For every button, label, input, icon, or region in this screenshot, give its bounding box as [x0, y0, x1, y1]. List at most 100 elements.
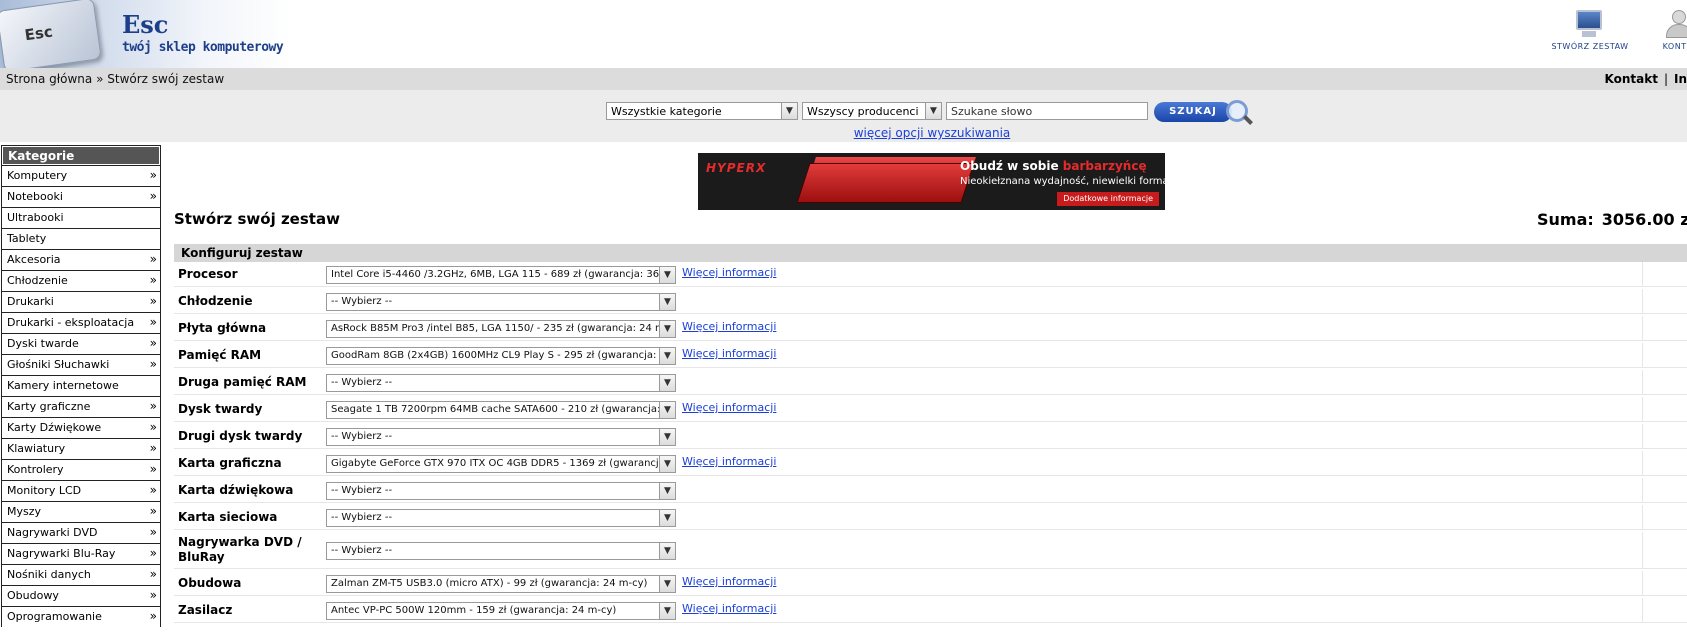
sidebar-item[interactable]: Karty graficzne » [2, 396, 160, 417]
more-info-link[interactable]: Więcej informacji [682, 266, 776, 279]
config-row: Płyta główna AsRock B85M Pro3 /intel B85,… [174, 316, 1687, 341]
sidebar-item[interactable]: Nagrywarki DVD » [2, 522, 160, 543]
component-select-value: Intel Core i5-4460 /3.2GHz, 6MB, LGA 115… [331, 269, 676, 280]
sidebar-item[interactable]: Kamery internetowe [2, 375, 160, 396]
component-select[interactable]: -- Wybierz -- ▼ [326, 428, 676, 446]
build-set-icon [1572, 8, 1608, 40]
breadcrumb-current: Stwórz swój zestaw [107, 72, 225, 86]
config-row-label: Druga pamięć RAM [178, 375, 307, 389]
chevron-right-icon: » [149, 462, 157, 476]
sidebar-item[interactable]: Komputery » [2, 165, 160, 186]
chevron-right-icon: » [149, 252, 157, 266]
sidebar-item[interactable]: Monitory LCD » [2, 480, 160, 501]
contact-link[interactable]: Kontakt [1605, 72, 1658, 86]
sidebar-item-label: Dyski twarde [7, 337, 79, 350]
search-input[interactable]: Szukane słowo [946, 102, 1148, 120]
chevron-right-icon: » [149, 525, 157, 539]
sidebar-item-label: Kontrolery [7, 463, 64, 476]
chevron-right-icon: » [149, 567, 157, 581]
sidebar-item[interactable]: Akcesoria » [2, 249, 160, 270]
component-select[interactable]: -- Wybierz -- ▼ [326, 374, 676, 392]
site-logo[interactable]: Esc Esc twój sklep komputerowy [0, 0, 292, 73]
account-link[interactable]: KONTO [1636, 8, 1687, 51]
sidebar-title: Kategorie [2, 146, 160, 165]
breadcrumb-home[interactable]: Strona główna [6, 72, 92, 86]
info-link[interactable]: In [1674, 72, 1687, 86]
sidebar-item[interactable]: Kontrolery » [2, 459, 160, 480]
build-set-link[interactable]: STWÓRZ ZESTAW [1548, 8, 1632, 51]
more-info-link[interactable]: Więcej informacji [682, 401, 776, 414]
config-row-label: Płyta główna [178, 321, 267, 335]
component-select-value: -- Wybierz -- [331, 377, 393, 388]
component-select[interactable]: GoodRam 8GB (2x4GB) 1600MHz CL9 Play S -… [326, 347, 676, 365]
component-select[interactable]: -- Wybierz -- ▼ [326, 293, 676, 311]
sidebar-item[interactable]: Klawiatury » [2, 438, 160, 459]
banner-cta[interactable]: Dodatkowe informacje [1057, 192, 1159, 206]
more-info-link[interactable]: Więcej informacji [682, 575, 776, 588]
more-info-link[interactable]: Więcej informacji [682, 347, 776, 360]
component-select[interactable]: -- Wybierz -- ▼ [326, 509, 676, 527]
more-info-link[interactable]: Więcej informacji [682, 320, 776, 333]
more-info-link[interactable]: Więcej informacji [682, 455, 776, 468]
sidebar-item[interactable]: Tablety [2, 228, 160, 249]
sidebar-item[interactable]: Obudowy » [2, 585, 160, 606]
config-row: Obudowa Zalman ZM-T5 USB3.0 (micro ATX) -… [174, 571, 1687, 596]
component-select-value: Antec VP-PC 500W 120mm - 159 zł (gwaranc… [331, 605, 617, 616]
chevron-right-icon: » [149, 273, 157, 287]
sidebar-item[interactable]: Chłodzenie » [2, 270, 160, 291]
component-select[interactable]: Zalman ZM-T5 USB3.0 (micro ATX) - 99 zł … [326, 575, 676, 593]
component-select[interactable]: AsRock B85M Pro3 /intel B85, LGA 1150/ -… [326, 320, 676, 338]
sum-value: 3056.00 zł [1601, 210, 1687, 229]
logo-name: Esc [122, 10, 169, 39]
price-cell-divider [1642, 316, 1643, 340]
component-select[interactable]: Seagate 1 TB 7200rpm 64MB cache SATA600 … [326, 401, 676, 419]
sidebar-item-label: Obudowy [7, 589, 59, 602]
producer-select[interactable]: Wszyscy producenci ▼ [802, 102, 942, 120]
chevron-right-icon: » [149, 336, 157, 350]
config-row: Drugi dysk twardy -- Wybierz -- ▼ [174, 424, 1687, 449]
sidebar-item[interactable]: Dyski twarde » [2, 333, 160, 354]
sidebar-item[interactable]: Myszy » [2, 501, 160, 522]
component-select[interactable]: Antec VP-PC 500W 120mm - 159 zł (gwaranc… [326, 602, 676, 620]
component-select[interactable]: Intel Core i5-4460 /3.2GHz, 6MB, LGA 115… [326, 266, 676, 284]
config-row-label: Procesor [178, 267, 238, 281]
sidebar-item[interactable]: Oprogramowanie » [2, 606, 160, 627]
sidebar-item-label: Ultrabooki [7, 211, 64, 224]
chevron-down-icon: ▼ [659, 543, 675, 559]
account-icon [1660, 8, 1687, 40]
more-info-link[interactable]: Więcej informacji [682, 602, 776, 615]
sidebar-item[interactable]: Drukarki - eksploatacja » [2, 312, 160, 333]
chevron-down-icon: ▼ [659, 429, 675, 445]
config-row: Dysk twardy Seagate 1 TB 7200rpm 64MB cac… [174, 397, 1687, 422]
sidebar-item-label: Nośniki danych [7, 568, 91, 581]
top-links: Kontakt | In [1605, 72, 1687, 86]
sidebar-item[interactable]: Karty Dźwiękowe » [2, 417, 160, 438]
esc-key-label: Esc [23, 22, 54, 45]
chevron-right-icon: » [149, 168, 157, 182]
chevron-right-icon: » [149, 399, 157, 413]
breadcrumb: Strona główna » Stwórz swój zestaw [6, 72, 224, 86]
sidebar-item[interactable]: Nośniki danych » [2, 564, 160, 585]
config-section-header: Konfiguruj zestaw [174, 244, 1687, 262]
component-select[interactable]: -- Wybierz -- ▼ [326, 542, 676, 560]
sidebar-item[interactable]: Notebooki » [2, 186, 160, 207]
sidebar-item-label: Drukarki - eksploatacja [7, 316, 135, 329]
more-search-options-link[interactable]: więcej opcji wyszukiwania [0, 126, 1687, 140]
sidebar-item[interactable]: Nagrywarki Blu-Ray » [2, 543, 160, 564]
category-select[interactable]: Wszystkie kategorie ▼ [606, 102, 798, 120]
sidebar-item-label: Komputery [7, 169, 68, 182]
component-select[interactable]: -- Wybierz -- ▼ [326, 482, 676, 500]
sidebar-item[interactable]: Ultrabooki [2, 207, 160, 228]
price-cell-divider [1642, 262, 1643, 286]
sidebar-item-label: Nagrywarki Blu-Ray [7, 547, 116, 560]
sum-label: Suma: [1537, 210, 1594, 229]
sidebar-item[interactable]: Głośniki Słuchawki » [2, 354, 160, 375]
price-cell-divider [1642, 478, 1643, 502]
sidebar-item[interactable]: Drukarki » [2, 291, 160, 312]
component-select[interactable]: Gigabyte GeForce GTX 970 ITX OC 4GB DDR5… [326, 455, 676, 473]
chevron-down-icon: ▼ [659, 294, 675, 310]
search-button[interactable]: SZUKAJ [1154, 100, 1254, 125]
config-row: Pamięć RAM GoodRam 8GB (2x4GB) 1600MHz CL… [174, 343, 1687, 368]
hyperx-banner[interactable]: HYPERX Obudź w sobie barbarzyńcę Nieokie… [698, 153, 1165, 210]
search-button-label: SZUKAJ [1154, 102, 1232, 122]
